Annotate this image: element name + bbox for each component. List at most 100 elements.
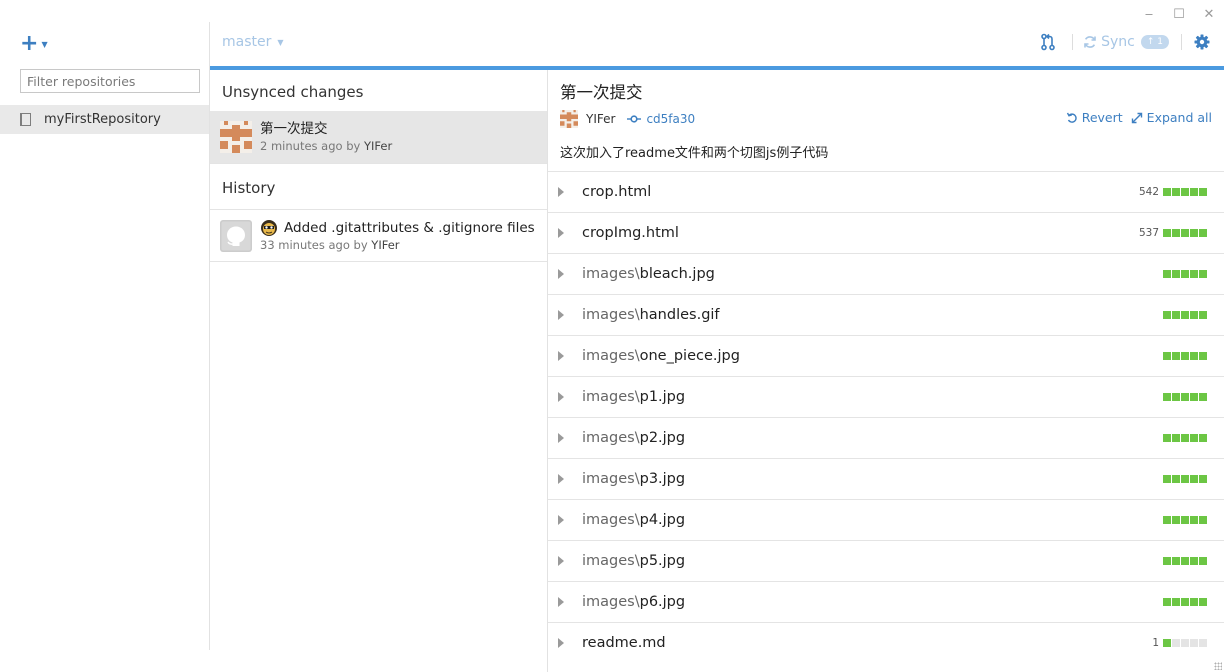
diff-block bbox=[1172, 311, 1180, 319]
file-directory: images\ bbox=[582, 348, 640, 364]
diff-block bbox=[1163, 229, 1171, 237]
file-row[interactable]: images\p5.jpg bbox=[548, 540, 1224, 581]
commit-list-item[interactable]: Added .gitattributes & .gitignore files … bbox=[210, 210, 547, 262]
diff-block bbox=[1190, 229, 1198, 237]
file-name: cropImg.html bbox=[582, 225, 679, 241]
file-row[interactable]: images\bleach.jpg bbox=[548, 253, 1224, 294]
diff-block bbox=[1172, 434, 1180, 442]
diff-block bbox=[1163, 516, 1171, 524]
filter-repositories-input[interactable] bbox=[20, 69, 200, 93]
add-repository-button[interactable]: + ▼ bbox=[20, 32, 48, 55]
identicon-avatar bbox=[220, 121, 252, 153]
file-directory: images\ bbox=[582, 307, 640, 323]
chevron-down-icon: ▼ bbox=[41, 40, 48, 49]
file-row[interactable]: images\one_piece.jpg bbox=[548, 335, 1224, 376]
toolbar-separator bbox=[1072, 34, 1074, 50]
expand-triangle-icon[interactable] bbox=[558, 187, 564, 197]
revert-button[interactable]: Revert bbox=[1066, 110, 1123, 125]
file-row[interactable]: crop.html 542 bbox=[548, 171, 1224, 212]
sync-label: Sync bbox=[1101, 34, 1135, 50]
file-row[interactable]: readme.md 1 bbox=[548, 622, 1224, 663]
diff-block bbox=[1199, 557, 1207, 565]
expand-triangle-icon[interactable] bbox=[558, 597, 564, 607]
resize-grip-icon[interactable] bbox=[1214, 662, 1222, 670]
commit-message: Added .gitattributes & .gitignore files bbox=[260, 219, 535, 237]
file-row[interactable]: images\p1.jpg bbox=[548, 376, 1224, 417]
commit-author: YIFer bbox=[363, 139, 393, 153]
expand-triangle-icon[interactable] bbox=[558, 556, 564, 566]
file-row[interactable]: images\handles.gif bbox=[548, 294, 1224, 335]
expand-triangle-icon[interactable] bbox=[558, 310, 564, 320]
branch-label: master bbox=[222, 34, 272, 50]
gear-icon[interactable] bbox=[1194, 34, 1210, 50]
diff-block bbox=[1181, 229, 1189, 237]
file-name: bleach.jpg bbox=[639, 266, 715, 282]
file-path: images\p4.jpg bbox=[582, 512, 685, 528]
revert-label: Revert bbox=[1081, 110, 1123, 125]
file-path: images\bleach.jpg bbox=[582, 266, 715, 282]
expand-triangle-icon[interactable] bbox=[558, 228, 564, 238]
file-path: images\p2.jpg bbox=[582, 430, 685, 446]
branch-selector[interactable]: master ▼ bbox=[222, 34, 284, 50]
diff-block bbox=[1199, 393, 1207, 401]
file-name: p4.jpg bbox=[639, 512, 686, 528]
maximize-icon[interactable]: ☐ bbox=[1164, 4, 1194, 24]
book-icon bbox=[20, 113, 31, 126]
diff-block bbox=[1172, 270, 1180, 278]
identicon-avatar bbox=[560, 110, 578, 128]
diff-block bbox=[1199, 188, 1207, 196]
sync-button[interactable]: Sync ↑ 1 bbox=[1083, 34, 1169, 50]
unsynced-changes-heading: Unsynced changes bbox=[222, 83, 364, 101]
toolbar-separator bbox=[1181, 34, 1182, 50]
diff-block bbox=[1181, 639, 1189, 647]
commit-list-item[interactable]: 第一次提交 2 minutes ago by YIFer bbox=[210, 111, 547, 163]
file-row[interactable]: images\p4.jpg bbox=[548, 499, 1224, 540]
repository-label: myFirstRepository bbox=[44, 112, 161, 127]
file-row[interactable]: images\p6.jpg bbox=[548, 581, 1224, 622]
file-directory: images\ bbox=[582, 430, 640, 446]
diff-block bbox=[1190, 516, 1198, 524]
diff-block bbox=[1163, 311, 1171, 319]
commit-sha-link[interactable]: cd5fa30 bbox=[627, 112, 695, 126]
diff-block bbox=[1172, 598, 1180, 606]
diff-block bbox=[1172, 639, 1180, 647]
diff-stat bbox=[1159, 393, 1207, 401]
file-row[interactable]: cropImg.html 537 bbox=[548, 212, 1224, 253]
sidebar-item-myfirstrepository[interactable]: myFirstRepository bbox=[0, 105, 209, 134]
file-row[interactable]: images\p3.jpg bbox=[548, 458, 1224, 499]
expand-triangle-icon[interactable] bbox=[558, 392, 564, 402]
file-directory: images\ bbox=[582, 594, 640, 610]
minimize-icon[interactable]: ‒ bbox=[1134, 4, 1164, 24]
file-path: images\p1.jpg bbox=[582, 389, 685, 405]
expand-triangle-icon[interactable] bbox=[558, 638, 564, 648]
file-name: p3.jpg bbox=[639, 471, 686, 487]
commit-message-text: Added .gitattributes & .gitignore files bbox=[284, 220, 535, 236]
diff-line-count: 537 bbox=[1138, 227, 1159, 239]
diff-block bbox=[1181, 475, 1189, 483]
file-path: images\p6.jpg bbox=[582, 594, 685, 610]
github-octocat-avatar bbox=[220, 220, 252, 252]
sync-icon bbox=[1084, 36, 1096, 48]
commit-description: 这次加入了readme文件和两个切图js例子代码 bbox=[560, 146, 829, 161]
diff-block bbox=[1181, 598, 1189, 606]
diff-stat: 537 bbox=[1139, 227, 1207, 239]
diff-block bbox=[1190, 393, 1198, 401]
file-directory: images\ bbox=[582, 266, 640, 282]
diff-block bbox=[1190, 557, 1198, 565]
diff-block bbox=[1199, 270, 1207, 278]
diff-block bbox=[1181, 270, 1189, 278]
expand-all-button[interactable]: Expand all bbox=[1131, 110, 1212, 125]
expand-triangle-icon[interactable] bbox=[558, 515, 564, 525]
divider bbox=[210, 163, 547, 164]
expand-triangle-icon[interactable] bbox=[558, 433, 564, 443]
commit-detail: 第一次提交 YIFer cd5fa30 Revert Expand all 这次… bbox=[548, 70, 1224, 672]
expand-triangle-icon[interactable] bbox=[558, 474, 564, 484]
pull-request-icon[interactable] bbox=[1040, 33, 1056, 51]
file-row[interactable]: images\p2.jpg bbox=[548, 417, 1224, 458]
file-name: p5.jpg bbox=[639, 553, 686, 569]
expand-triangle-icon[interactable] bbox=[558, 269, 564, 279]
close-icon[interactable]: ✕ bbox=[1194, 4, 1224, 24]
diff-block bbox=[1190, 639, 1198, 647]
diff-block bbox=[1190, 352, 1198, 360]
expand-triangle-icon[interactable] bbox=[558, 351, 564, 361]
